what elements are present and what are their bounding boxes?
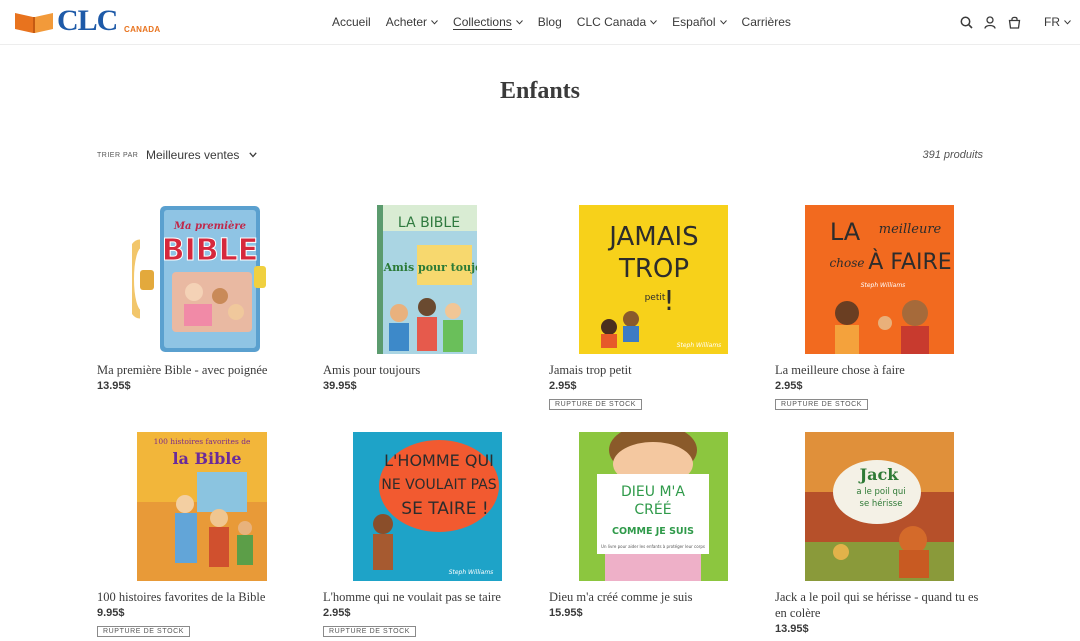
- product-price: 13.95$: [97, 380, 131, 392]
- cover-line-2: CRÉÉ: [634, 501, 671, 518]
- nav-label: Accueil: [332, 15, 371, 29]
- nav-clc-canada[interactable]: CLC Canada: [576, 14, 658, 30]
- product-price: 9.95$: [97, 607, 125, 619]
- product-image[interactable]: JAMAIS TROP petit ! Steph Williams: [579, 205, 728, 354]
- nav-collections[interactable]: Collections: [453, 14, 523, 30]
- nav-label: Español: [672, 15, 716, 29]
- book-logo-icon: [15, 13, 53, 33]
- chevron-down-icon: [1064, 19, 1071, 25]
- cover-author: Steph Williams: [677, 342, 722, 349]
- cover-line-2: NE VOULAIT PAS: [381, 477, 496, 493]
- product-card[interactable]: Jack a le poil qui se hérisse Jack a le …: [775, 428, 978, 641]
- product-price: 13.95$: [775, 623, 809, 635]
- cover-line-1: L'HOMME QUI: [384, 451, 494, 470]
- product-card[interactable]: LA meilleure chose À FAIRE Steph William…: [775, 200, 975, 420]
- cover-line-1: LA: [830, 218, 861, 246]
- cover-line-2: TROP: [618, 254, 689, 284]
- page-title: Enfants: [499, 78, 581, 104]
- cover-line-3: SE TAIRE !: [401, 499, 488, 519]
- product-card[interactable]: LA BIBLE Amis pour toujours Amis pour to…: [323, 200, 523, 400]
- cover-line-4: Un livre pour aider les enfants à protég…: [601, 544, 705, 549]
- status-badge: RUPTURE DE STOCK: [775, 399, 869, 410]
- cover-title-top: Ma première: [173, 221, 246, 232]
- nav-espanol[interactable]: Español: [672, 14, 727, 30]
- product-title[interactable]: La meilleure chose à faire: [775, 362, 980, 378]
- cover-line-1: JAMAIS: [607, 222, 698, 252]
- product-image[interactable]: 100 histoires favorites de la Bible: [137, 432, 267, 581]
- cover-title-top: LA BIBLE: [398, 215, 460, 231]
- chevron-down-icon: [431, 19, 438, 25]
- product-title[interactable]: Jack a le poil qui se hérisse - quand tu…: [775, 589, 980, 621]
- nav-acheter[interactable]: Acheter: [386, 14, 438, 30]
- nav-carrieres[interactable]: Carrières: [742, 14, 791, 30]
- product-title[interactable]: 100 histoires favorites de la Bible: [97, 589, 302, 605]
- chevron-down-icon: [249, 152, 258, 158]
- product-image[interactable]: Jack a le poil qui se hérisse: [805, 432, 954, 581]
- cover-line-1: Jack: [858, 465, 900, 484]
- cover-line-1: 100 histoires favorites de: [154, 437, 251, 446]
- product-image[interactable]: L'HOMME QUI NE VOULAIT PAS SE TAIRE ! St…: [353, 432, 502, 581]
- chevron-down-icon: [719, 19, 727, 25]
- cover-author: Steph Williams: [861, 282, 906, 289]
- product-price: 2.95$: [323, 607, 351, 619]
- product-card[interactable]: DIEU M'A CRÉÉ COMME JE SUIS Un livre pou…: [549, 428, 749, 641]
- account-icon[interactable]: [982, 14, 998, 30]
- product-image[interactable]: DIEU M'A CRÉÉ COMME JE SUIS Un livre pou…: [579, 432, 728, 581]
- product-count: 391 produits: [922, 149, 983, 161]
- header-actions: FR: [958, 14, 1071, 30]
- product-price: 15.95$: [549, 607, 583, 619]
- cover-line-4: À FAIRE: [868, 249, 951, 275]
- product-title[interactable]: Amis pour toujours: [323, 362, 528, 378]
- site-logo[interactable]: CLC CANADA: [13, 6, 163, 38]
- logo-wordmark: CLC: [57, 4, 118, 37]
- cover-line-3: COMME JE SUIS: [612, 526, 694, 537]
- product-card[interactable]: L'HOMME QUI NE VOULAIT PAS SE TAIRE ! St…: [323, 428, 523, 641]
- cover-line-1: DIEU M'A: [621, 484, 685, 500]
- chevron-down-icon: [650, 19, 658, 25]
- cover-title-mid: Amis pour toujours: [383, 261, 477, 274]
- cover-author: Steph Williams: [449, 569, 494, 576]
- product-title[interactable]: Ma première Bible - avec poignée: [97, 362, 302, 378]
- cover-line-2: la Bible: [172, 449, 241, 468]
- site-header: CLC CANADA Accueil Acheter Collections B…: [0, 0, 1080, 45]
- product-card[interactable]: JAMAIS TROP petit ! Steph Williams Jamai…: [549, 200, 749, 420]
- product-title[interactable]: Dieu m'a créé comme je suis: [549, 589, 754, 605]
- sort-label: TRIER PAR: [97, 152, 139, 159]
- product-image[interactable]: LA BIBLE Amis pour toujours: [377, 205, 477, 354]
- product-image[interactable]: LA meilleure chose À FAIRE Steph William…: [805, 205, 954, 354]
- nav-blog[interactable]: Blog: [538, 14, 562, 30]
- product-title[interactable]: Jamais trop petit: [549, 362, 754, 378]
- product-title[interactable]: L'homme qui ne voulait pas se taire: [323, 589, 528, 605]
- sort-value: Meilleures ventes: [146, 148, 240, 162]
- cover-line-3: chose: [830, 256, 865, 270]
- language-label: FR: [1044, 15, 1060, 29]
- cover-line-4: !: [663, 284, 674, 317]
- status-badge: RUPTURE DE STOCK: [549, 399, 643, 410]
- status-badge: RUPTURE DE STOCK: [323, 626, 417, 637]
- nav-accueil[interactable]: Accueil: [332, 14, 371, 30]
- search-icon[interactable]: [958, 14, 974, 30]
- product-price: 2.95$: [775, 380, 803, 392]
- nav-label: CLC Canada: [576, 15, 647, 29]
- cover-line-3: se hérisse: [860, 498, 903, 509]
- chevron-down-icon: [515, 19, 523, 25]
- cover-line-2: a le poil qui: [856, 487, 905, 497]
- product-card[interactable]: 100 histoires favorites de la Bible 100 …: [97, 428, 297, 641]
- status-badge: RUPTURE DE STOCK: [97, 626, 191, 637]
- sort-select[interactable]: Meilleures ventes: [146, 148, 258, 162]
- product-price: 39.95$: [323, 380, 357, 392]
- language-selector[interactable]: FR: [1044, 15, 1071, 29]
- product-card[interactable]: Ma première BIBLE Ma première Bible - av…: [97, 200, 297, 400]
- product-price: 2.95$: [549, 380, 577, 392]
- nav-label: Acheter: [385, 15, 428, 29]
- cover-line-2: meilleure: [879, 222, 942, 237]
- logo-subtitle: CANADA: [124, 25, 161, 34]
- nav-label: Collections: [453, 14, 512, 30]
- nav-label: Carrières: [741, 15, 791, 29]
- product-image[interactable]: Ma première BIBLE: [132, 204, 272, 354]
- cover-title-main: BIBLE: [162, 233, 259, 268]
- main-nav: Accueil Acheter Collections Blog CLC Can…: [332, 14, 806, 30]
- cart-icon[interactable]: [1006, 14, 1022, 30]
- nav-label: Blog: [537, 15, 562, 29]
